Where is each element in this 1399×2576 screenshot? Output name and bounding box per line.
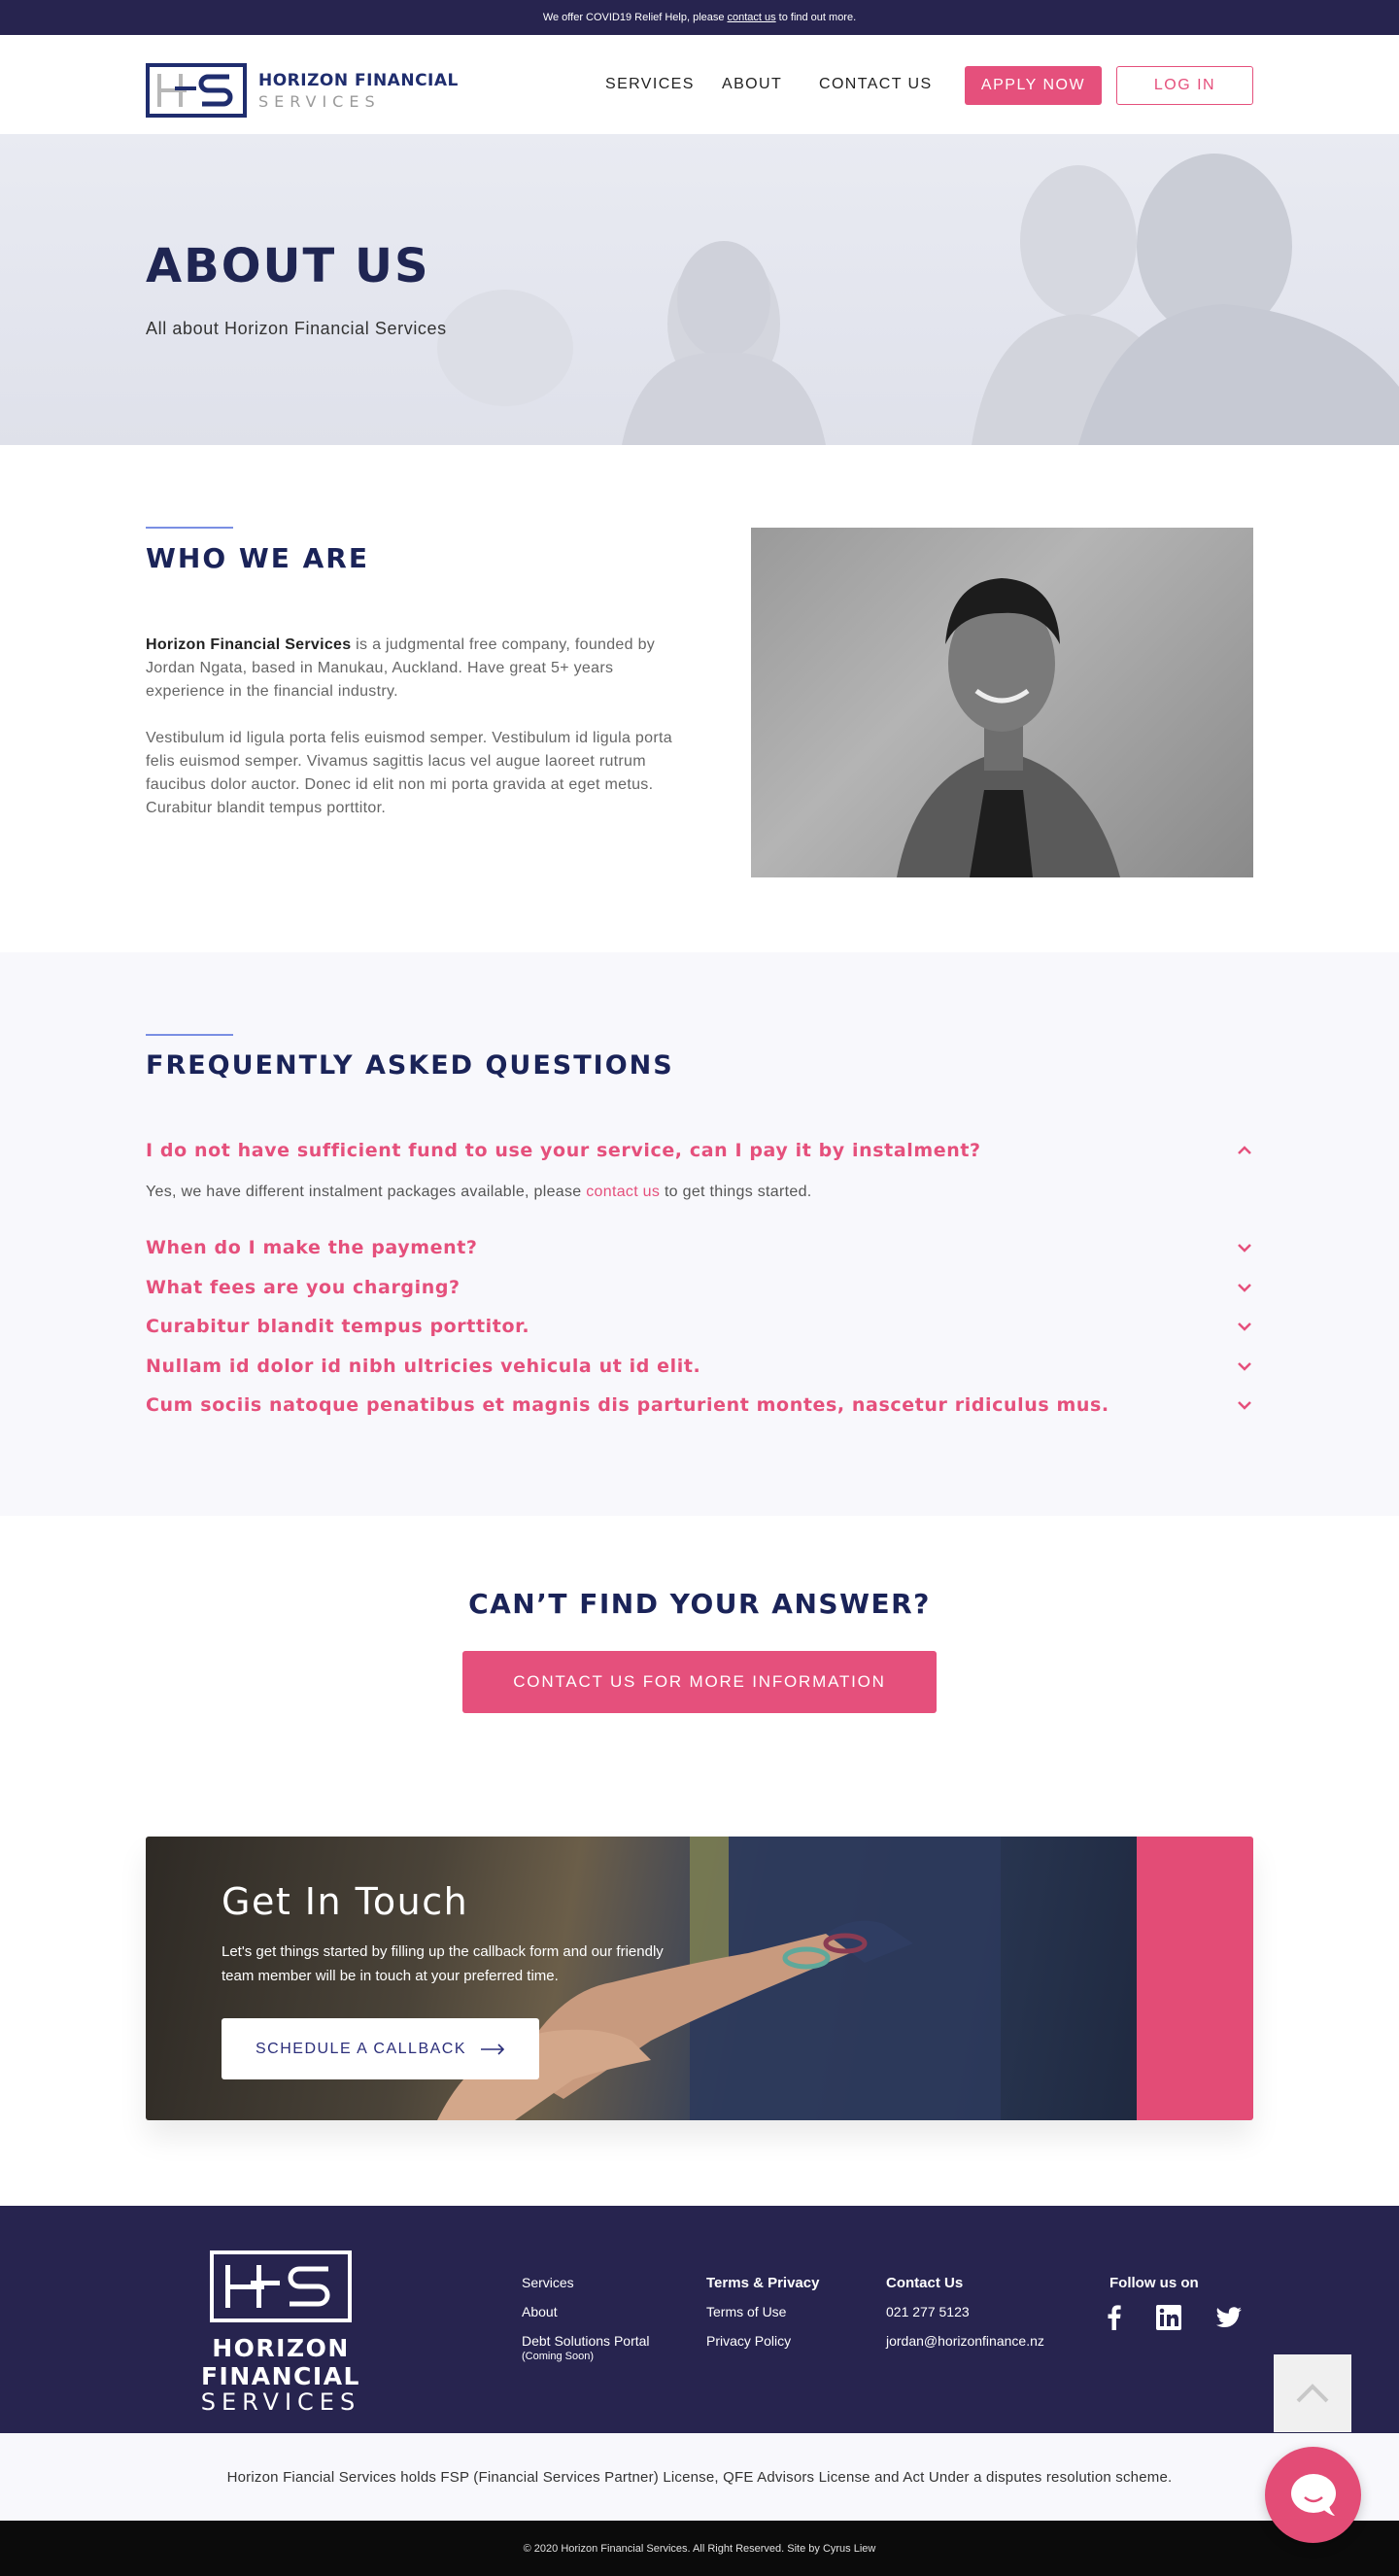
chat-bubble-icon	[1290, 2473, 1336, 2516]
footer-link-privacy[interactable]: Privacy Policy	[706, 2333, 819, 2349]
page-subtitle: All about Horizon Financial Services	[146, 319, 447, 338]
faq-question[interactable]: What fees are you charging?	[146, 1277, 1253, 1298]
linkedin-icon[interactable]	[1156, 2305, 1181, 2330]
faq-title: FREQUENTLY ASKED QUESTIONS	[146, 1050, 674, 1081]
faq-question[interactable]: Cum sociis natoque penatibus et magnis d…	[146, 1394, 1253, 1416]
chevron-down-icon	[1238, 1362, 1251, 1371]
social-links	[1108, 2305, 1242, 2330]
logo-subtitle: SERVICES	[258, 91, 381, 111]
footer-email[interactable]: jordan@horizonfinance.nz	[886, 2333, 1044, 2349]
faq-section	[0, 952, 1399, 1516]
chevron-up-icon	[1296, 2384, 1329, 2403]
chevron-down-icon	[1238, 1401, 1251, 1410]
faq-question-text: Nullam id dolor id nibh ultricies vehicu…	[146, 1356, 701, 1377]
accent-panel	[1137, 1837, 1253, 2120]
copyright: © 2020 Horizon Financial Services. All R…	[0, 2521, 1399, 2576]
faq-answer-contact-link[interactable]: contact us	[586, 1184, 660, 1200]
logo-title: HORIZON FINANCIAL	[258, 70, 459, 90]
footer-follow: Follow us on	[1109, 2275, 1199, 2304]
cta-title: CAN’T FIND YOUR ANSWER?	[468, 1588, 931, 1620]
apply-now-button[interactable]: APPLY NOW	[965, 66, 1102, 105]
license-notice: Horizon Fiancial Services holds FSP (Fin…	[0, 2433, 1399, 2521]
nav-about[interactable]: ABOUT	[722, 76, 782, 93]
facebook-icon[interactable]	[1108, 2305, 1121, 2330]
get-in-touch-banner: Get In Touch Let's get things started by…	[146, 1837, 1253, 2120]
footer-contact: Contact Us 021 277 5123 jordan@horizonfi…	[886, 2275, 1044, 2362]
faq-question[interactable]: Curabitur blandit tempus porttitor.	[146, 1316, 1253, 1337]
footer-contact-title: Contact Us	[886, 2275, 964, 2291]
logo[interactable]: HORIZON FINANCIAL SERVICES	[146, 63, 459, 118]
faq-question[interactable]: When do I make the payment?	[146, 1237, 1253, 1258]
chat-widget-button[interactable]	[1265, 2447, 1361, 2543]
footer-links: Services About Debt Solutions Portal (Co…	[522, 2275, 650, 2376]
footer-logo-title: HORIZON FINANCIAL	[200, 2334, 360, 2390]
arrow-right-icon	[481, 2043, 505, 2055]
footer-link-debt-portal[interactable]: Debt Solutions Portal	[522, 2333, 650, 2349]
faq-question-open[interactable]: I do not have sufficient fund to use you…	[146, 1140, 1253, 1161]
faq-question[interactable]: Nullam id dolor id nibh ultricies vehicu…	[146, 1356, 1253, 1377]
faq-question-text: I do not have sufficient fund to use you…	[146, 1140, 981, 1161]
faq-question-text: Curabitur blandit tempus porttitor.	[146, 1316, 530, 1337]
faq-answer-suffix: to get things started.	[664, 1184, 812, 1200]
announcement-suffix: to find out more.	[778, 12, 857, 23]
footer-phone[interactable]: 021 277 5123	[886, 2304, 1044, 2319]
twitter-icon[interactable]	[1216, 2307, 1242, 2328]
chevron-down-icon	[1238, 1244, 1251, 1253]
coming-soon-note: (Coming Soon)	[522, 2351, 594, 2362]
footer-link-terms[interactable]: Terms of Use	[706, 2304, 819, 2319]
faq-question-text: What fees are you charging?	[146, 1277, 461, 1298]
logo-mark	[146, 63, 247, 118]
faq-question-text: When do I make the payment?	[146, 1237, 478, 1258]
faq-answer: Yes, we have different instalment packag…	[146, 1184, 812, 1201]
announcement-contact-link[interactable]: contact us	[728, 12, 776, 23]
who-paragraph-1: Horizon Financial Services is a judgment…	[146, 634, 690, 704]
schedule-callback-button[interactable]: SCHEDULE A CALLBACK	[222, 2018, 539, 2079]
footer-logo-subtitle: SERVICES	[200, 2388, 361, 2416]
footer-follow-title: Follow us on	[1109, 2275, 1199, 2291]
footer-terms: Terms & Privacy Terms of Use Privacy Pol…	[706, 2275, 819, 2362]
footer-logo-mark	[210, 2250, 352, 2322]
get-in-touch-text: Let's get things started by filling up t…	[222, 1943, 664, 1984]
footer-logo[interactable]: HORIZON FINANCIAL SERVICES	[146, 2250, 416, 2416]
chevron-up-icon	[1238, 1146, 1251, 1154]
footer-terms-title: Terms & Privacy	[706, 2275, 820, 2291]
who-accent-line	[146, 527, 233, 529]
founder-portrait	[751, 528, 1253, 877]
company-name: Horizon Financial Services	[146, 636, 352, 653]
who-we-are-title: WHO WE ARE	[146, 542, 369, 574]
contact-more-info-button[interactable]: CONTACT US FOR MORE INFORMATION	[462, 1651, 937, 1713]
nav-services[interactable]: SERVICES	[605, 76, 695, 93]
about-hero: ABOUT US All about Horizon Financial Ser…	[0, 134, 1399, 445]
get-in-touch-title: Get In Touch	[222, 1880, 469, 1923]
log-in-button[interactable]: LOG IN	[1116, 66, 1253, 105]
schedule-callback-label: SCHEDULE A CALLBACK	[255, 2040, 467, 2057]
faq-accent-line	[146, 1034, 233, 1036]
nav-contact-us[interactable]: CONTACT US	[819, 76, 933, 93]
back-to-top-button[interactable]	[1274, 2354, 1351, 2432]
who-paragraph-2: Vestibulum id ligula porta felis euismod…	[146, 730, 672, 816]
announcement-bar: We offer COVID19 Relief Help, please con…	[0, 0, 1399, 35]
chevron-down-icon	[1238, 1284, 1251, 1292]
chevron-down-icon	[1238, 1322, 1251, 1331]
announcement-text: We offer COVID19 Relief Help, please	[542, 12, 725, 23]
faq-question-text: Cum sociis natoque penatibus et magnis d…	[146, 1394, 1109, 1416]
site-header: HORIZON FINANCIAL SERVICES SERVICES ABOU…	[0, 35, 1399, 134]
footer-link-about[interactable]: About	[522, 2304, 650, 2319]
page-title: ABOUT US	[146, 239, 430, 293]
faq-answer-text: Yes, we have different instalment packag…	[146, 1184, 582, 1200]
site-footer: HORIZON FINANCIAL SERVICES Services Abou…	[0, 2206, 1399, 2433]
footer-link-services[interactable]: Services	[522, 2275, 650, 2290]
